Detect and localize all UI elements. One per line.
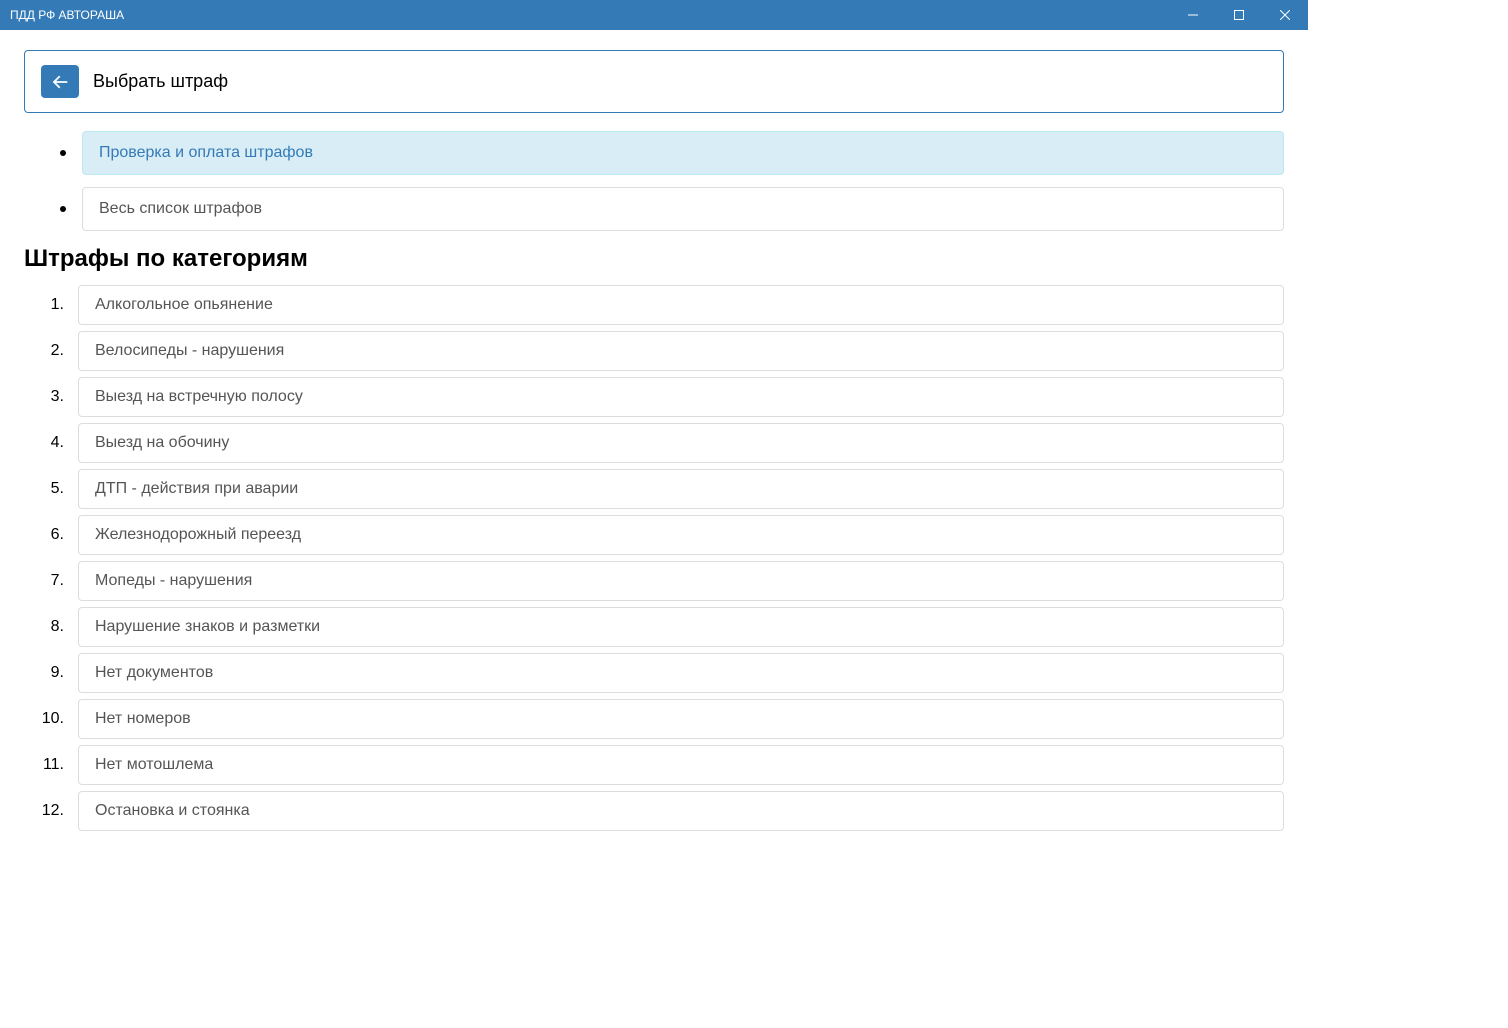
category-item[interactable]: Мопеды - нарушения xyxy=(78,561,1284,601)
header-panel: Выбрать штраф xyxy=(24,50,1284,113)
section-title: Штрафы по категориям xyxy=(24,245,1284,273)
category-row: 12. Остановка и стоянка xyxy=(34,791,1284,831)
category-label: Нет документов xyxy=(95,664,213,681)
category-row: 11. Нет мотошлема xyxy=(34,745,1284,785)
top-link-row: Весь список штрафов xyxy=(60,187,1284,231)
category-item[interactable]: Нет номеров xyxy=(78,699,1284,739)
category-row: 7. Мопеды - нарушения xyxy=(34,561,1284,601)
category-label: Мопеды - нарушения xyxy=(95,572,252,589)
category-item[interactable]: ДТП - действия при аварии xyxy=(78,469,1284,509)
maximize-button[interactable] xyxy=(1216,0,1262,30)
category-item[interactable]: Алкогольное опьянение xyxy=(78,285,1284,325)
top-link-row: Проверка и оплата штрафов xyxy=(60,131,1284,175)
window-controls xyxy=(1170,0,1308,30)
category-item[interactable]: Велосипеды - нарушения xyxy=(78,331,1284,371)
category-label: Нет мотошлема xyxy=(95,756,213,773)
back-button[interactable] xyxy=(41,65,79,98)
category-number: 11. xyxy=(34,756,64,774)
category-row: 2. Велосипеды - нарушения xyxy=(34,331,1284,371)
close-icon xyxy=(1280,10,1290,20)
category-number: 2. xyxy=(34,342,64,360)
category-label: Алкогольное опьянение xyxy=(95,296,273,313)
bullet-icon xyxy=(60,150,66,156)
category-number: 5. xyxy=(34,480,64,498)
category-number: 10. xyxy=(34,710,64,728)
minimize-button[interactable] xyxy=(1170,0,1216,30)
bullet-icon xyxy=(60,206,66,212)
window-title: ПДД РФ АВТОРАША xyxy=(10,8,124,22)
top-links-list: Проверка и оплата штрафов Весь список шт… xyxy=(60,131,1284,231)
page-title: Выбрать штраф xyxy=(93,71,228,92)
top-link-label: Проверка и оплата штрафов xyxy=(99,144,313,161)
top-link-all-fines-list[interactable]: Весь список штрафов xyxy=(82,187,1284,231)
category-row: 5. ДТП - действия при аварии xyxy=(34,469,1284,509)
category-number: 1. xyxy=(34,296,64,314)
category-label: Нарушение знаков и разметки xyxy=(95,618,320,635)
category-label: ДТП - действия при аварии xyxy=(95,480,298,497)
category-label: Велосипеды - нарушения xyxy=(95,342,284,359)
category-number: 12. xyxy=(34,802,64,820)
category-label: Нет номеров xyxy=(95,710,191,727)
category-number: 7. xyxy=(34,572,64,590)
maximize-icon xyxy=(1234,10,1244,20)
category-number: 3. xyxy=(34,388,64,406)
category-row: 4. Выезд на обочину xyxy=(34,423,1284,463)
category-number: 4. xyxy=(34,434,64,452)
titlebar: ПДД РФ АВТОРАША xyxy=(0,0,1308,30)
category-label: Железнодорожный переезд xyxy=(95,526,301,543)
close-button[interactable] xyxy=(1262,0,1308,30)
category-label: Выезд на обочину xyxy=(95,434,229,451)
category-number: 8. xyxy=(34,618,64,636)
category-item[interactable]: Выезд на обочину xyxy=(78,423,1284,463)
top-link-check-pay-fines[interactable]: Проверка и оплата штрафов xyxy=(82,131,1284,175)
category-row: 3. Выезд на встречную полосу xyxy=(34,377,1284,417)
category-number: 6. xyxy=(34,526,64,544)
category-label: Остановка и стоянка xyxy=(95,802,250,819)
category-row: 8. Нарушение знаков и разметки xyxy=(34,607,1284,647)
minimize-icon xyxy=(1188,10,1198,20)
category-item[interactable]: Железнодорожный переезд xyxy=(78,515,1284,555)
categories-list: 1. Алкогольное опьянение 2. Велосипеды - на… xyxy=(34,285,1284,831)
category-item[interactable]: Нет документов xyxy=(78,653,1284,693)
category-row: 1. Алкогольное опьянение xyxy=(34,285,1284,325)
category-row: 10. Нет номеров xyxy=(34,699,1284,739)
content-area: Выбрать штраф Проверка и оплата штрафов … xyxy=(0,30,1308,831)
category-label: Выезд на встречную полосу xyxy=(95,388,303,405)
category-number: 9. xyxy=(34,664,64,682)
category-row: 9. Нет документов xyxy=(34,653,1284,693)
arrow-left-icon xyxy=(49,71,71,93)
category-item[interactable]: Остановка и стоянка xyxy=(78,791,1284,831)
category-row: 6. Железнодорожный переезд xyxy=(34,515,1284,555)
category-item[interactable]: Нет мотошлема xyxy=(78,745,1284,785)
category-item[interactable]: Нарушение знаков и разметки xyxy=(78,607,1284,647)
category-item[interactable]: Выезд на встречную полосу xyxy=(78,377,1284,417)
top-link-label: Весь список штрафов xyxy=(99,200,262,217)
